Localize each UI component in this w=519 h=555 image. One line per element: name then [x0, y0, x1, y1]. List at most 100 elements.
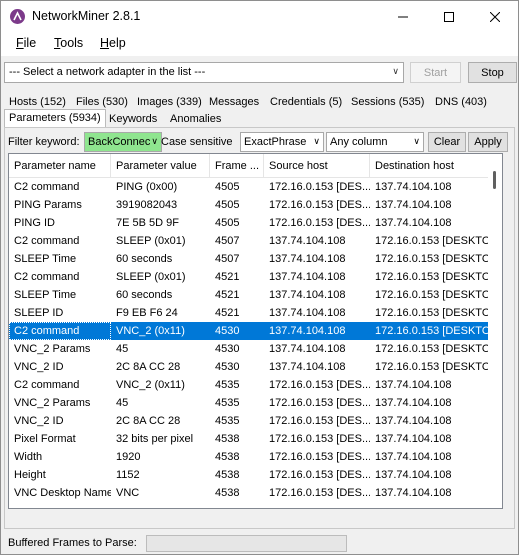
- menu-help[interactable]: Help: [100, 36, 126, 50]
- table-row[interactable]: PING Params 3919082043 4505 172.16.0.153 [D…: [9, 196, 489, 214]
- column-header-frame[interactable]: Frame ...: [210, 154, 264, 178]
- menu-tools[interactable]: Tools: [54, 36, 83, 50]
- table-cell: 137.74.104.108: [269, 235, 346, 247]
- table-cell: SLEEP Time: [14, 289, 77, 301]
- table-row[interactable]: Width 1920 4538 172.16.0.153 [DES... 137.74.…: [9, 448, 489, 466]
- table-row[interactable]: VNC_2 Params 45 4535 172.16.0.153 [DES... 13…: [9, 394, 489, 412]
- table-cell: 4530: [215, 325, 240, 337]
- column-header-parameter-name[interactable]: Parameter name: [9, 154, 111, 178]
- chevron-down-icon: ∨: [151, 136, 158, 146]
- close-icon: [490, 11, 500, 22]
- title-bar[interactable]: NetworkMiner 2.8.1: [1, 1, 518, 32]
- table-cell: 172.16.0.153 [DES...: [269, 379, 370, 391]
- close-button[interactable]: [472, 1, 518, 32]
- table-row[interactable]: VNC_2 ID 2C 8A CC 28 4535 172.16.0.153 [DES…: [9, 412, 489, 430]
- table-cell: 172.16.0.153 [DESKTO: [375, 289, 489, 301]
- match-mode-select[interactable]: ExactPhrase ∨: [240, 132, 324, 152]
- start-button[interactable]: Start: [410, 62, 461, 83]
- table-row[interactable]: Pixel Format 32 bits per pixel 4538 172.16.…: [9, 430, 489, 448]
- tab-parameters[interactable]: Parameters (5934): [4, 109, 106, 127]
- tab-sessions[interactable]: Sessions (535): [348, 94, 427, 112]
- table-cell: 172.16.0.153 [DES...: [269, 181, 370, 193]
- table-row[interactable]: VNC Desktop Name VNC 4538 172.16.0.153 [DES…: [9, 484, 489, 502]
- minimize-icon: [398, 16, 408, 17]
- table-cell: 4507: [215, 253, 240, 265]
- table-cell: 1152: [116, 469, 140, 481]
- column-header-destination-host[interactable]: Destination host: [370, 154, 489, 178]
- table-row[interactable]: VNC_2 ID 2C 8A CC 28 4530 137.74.104.108 172…: [9, 358, 489, 376]
- table-cell: 137.74.104.108: [269, 271, 346, 283]
- table-cell: 172.16.0.153 [DESKTO: [375, 343, 489, 355]
- minimize-button[interactable]: [380, 1, 426, 32]
- tab-images[interactable]: Images (339): [134, 94, 205, 112]
- maximize-icon: [444, 11, 454, 22]
- table-cell: 172.16.0.153 [DES...: [269, 433, 370, 445]
- table-cell: SLEEP (0x01): [116, 271, 186, 283]
- buffered-frames-label: Buffered Frames to Parse:: [8, 537, 137, 549]
- table-cell: 137.74.104.108: [269, 253, 346, 265]
- table-cell: SLEEP (0x01): [116, 235, 186, 247]
- clear-button[interactable]: Clear: [428, 132, 466, 152]
- table-row[interactable]: C2 command SLEEP (0x01) 4507 137.74.104.108…: [9, 232, 489, 250]
- table-cell: 172.16.0.153 [DESKTO: [375, 253, 489, 265]
- tab-messages[interactable]: Messages: [206, 94, 262, 112]
- table-cell: 4535: [215, 379, 240, 391]
- table-cell: 4521: [215, 271, 240, 283]
- scrollbar-thumb[interactable]: [493, 171, 496, 189]
- menu-help-label: elp: [109, 36, 126, 50]
- table-cell: 4530: [215, 343, 240, 355]
- table-cell: VNC_2 Params: [14, 343, 91, 355]
- table-row[interactable]: C2 command VNC_2 (0x11) 4530 137.74.104.108…: [9, 322, 489, 340]
- table-cell: Height: [14, 469, 46, 481]
- table-cell: 137.74.104.108: [375, 379, 452, 391]
- table-cell: C2 command: [14, 181, 80, 193]
- table-cell: 4538: [215, 487, 240, 499]
- stop-button[interactable]: Stop: [468, 62, 517, 83]
- vertical-scrollbar[interactable]: [488, 154, 502, 508]
- table-cell: SLEEP ID: [14, 307, 64, 319]
- table-row[interactable]: SLEEP ID F9 EB F6 24 4521 137.74.104.108 172…: [9, 304, 489, 322]
- table-row[interactable]: VNC_2 Params 45 4530 137.74.104.108 172.16.0…: [9, 340, 489, 358]
- table-row[interactable]: C2 command PING (0x00) 4505 172.16.0.153 [D…: [9, 178, 489, 196]
- table-cell: F9 EB F6 24: [116, 307, 178, 319]
- table-cell: VNC Desktop Name: [14, 487, 111, 499]
- window-title: NetworkMiner 2.8.1: [32, 9, 141, 23]
- tab-dns[interactable]: DNS (403): [432, 94, 490, 112]
- table-cell: 4521: [215, 307, 240, 319]
- table-cell: 172.16.0.153 [DES...: [269, 199, 370, 211]
- table-cell: 1920: [116, 451, 141, 463]
- table-cell: 4535: [215, 415, 240, 427]
- table-cell: 137.74.104.108: [269, 325, 346, 337]
- table-cell: 4505: [215, 181, 240, 193]
- table-cell: 137.74.104.108: [269, 289, 346, 301]
- table-cell: 4505: [215, 217, 240, 229]
- table-cell: PING ID: [14, 217, 55, 229]
- table-row[interactable]: SLEEP Time 60 seconds 4521 137.74.104.108 17…: [9, 286, 489, 304]
- menu-file[interactable]: File: [16, 36, 36, 50]
- parameters-list[interactable]: Parameter name Parameter value Frame ...…: [8, 153, 503, 509]
- table-cell: 4507: [215, 235, 240, 247]
- table-row[interactable]: C2 command SLEEP (0x01) 4521 137.74.104.108…: [9, 268, 489, 286]
- apply-button[interactable]: Apply: [468, 132, 508, 152]
- table-cell: 137.74.104.108: [269, 307, 346, 319]
- column-header-parameter-value[interactable]: Parameter value: [111, 154, 210, 178]
- menu-file-mnemonic: F: [16, 36, 24, 50]
- table-cell: 137.74.104.108: [375, 451, 452, 463]
- table-cell: 3919082043: [116, 199, 178, 211]
- network-adapter-select[interactable]: --- Select a network adapter in the list…: [4, 62, 404, 83]
- table-row[interactable]: SLEEP Time 60 seconds 4507 137.74.104.108 17…: [9, 250, 489, 268]
- case-sensitive-checkbox[interactable]: Case sensitive: [161, 136, 233, 148]
- table-cell: 172.16.0.153 [DESKTO: [375, 271, 489, 283]
- buffered-frames-progress: [146, 535, 347, 552]
- table-cell: 137.74.104.108: [375, 181, 452, 193]
- column-select[interactable]: Any column ∨: [326, 132, 424, 152]
- table-cell: 137.74.104.108: [375, 469, 452, 481]
- filter-keyword-input[interactable]: BackConnec ∨: [84, 132, 162, 152]
- table-row[interactable]: PING ID 7E 5B 5D 9F 4505 172.16.0.153 [DES.…: [9, 214, 489, 232]
- table-cell: 172.16.0.153 [DES...: [269, 397, 370, 409]
- table-row[interactable]: C2 command VNC_2 (0x11) 4535 172.16.0.153 […: [9, 376, 489, 394]
- table-row[interactable]: Height 1152 4538 172.16.0.153 [DES... 137.74…: [9, 466, 489, 484]
- column-header-source-host[interactable]: Source host: [264, 154, 370, 178]
- tab-credentials[interactable]: Credentials (5): [267, 94, 345, 112]
- maximize-button[interactable]: [426, 1, 472, 32]
